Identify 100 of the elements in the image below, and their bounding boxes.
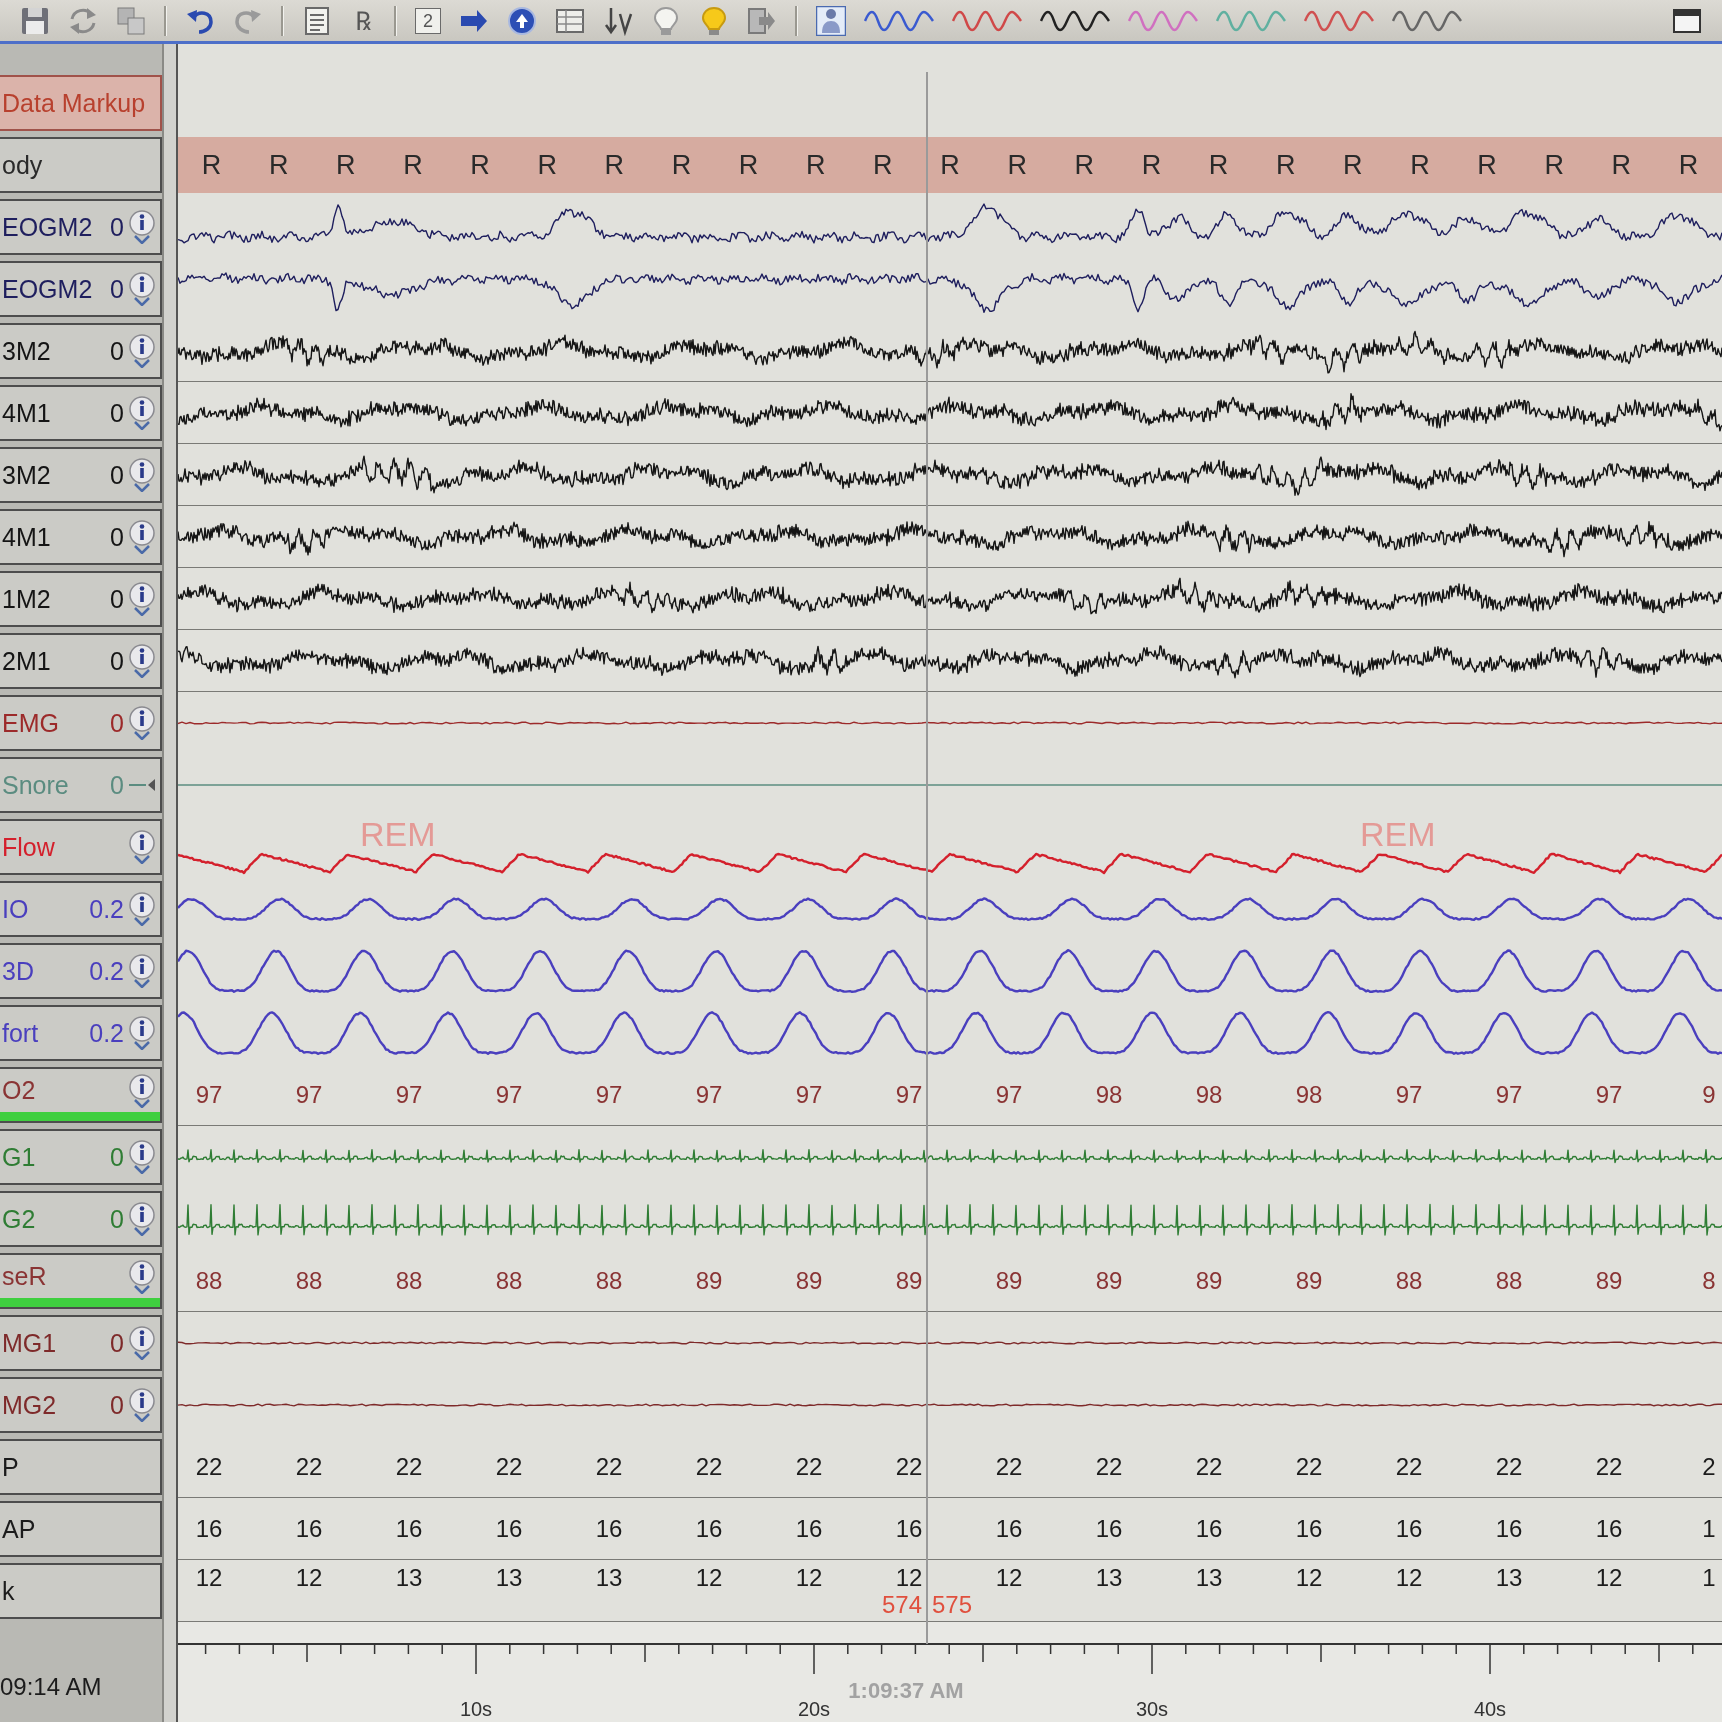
reading-value: 22 <box>895 1453 923 1481</box>
reading-value: 22 <box>495 1453 523 1481</box>
channel-name: 4M1 <box>2 522 51 552</box>
reading-value: 13 <box>1095 1564 1123 1592</box>
reading-value: 22 <box>1595 1453 1623 1481</box>
document-icon[interactable] <box>302 5 332 36</box>
channel-scale: 0.2 <box>89 1018 124 1048</box>
stage-overlay-label: REM <box>1360 817 1436 851</box>
reading-value: 88 <box>595 1267 623 1295</box>
reading-value: 12 <box>795 1564 823 1592</box>
info-icon[interactable] <box>128 272 156 306</box>
channel-name: MG1 <box>2 1328 57 1358</box>
epoch-number: 574 <box>881 1591 922 1619</box>
channel-name: ody <box>2 150 43 180</box>
channel-name: Flow <box>2 832 55 862</box>
reading-value: 89 <box>795 1267 823 1295</box>
reading-value: 88 <box>295 1267 323 1295</box>
reading-value: 16 <box>1295 1515 1323 1543</box>
reading-value: 12 <box>195 1564 223 1592</box>
channel-name: EOGM2 <box>2 274 93 304</box>
reading-value: 2 <box>1702 1453 1716 1481</box>
info-icon[interactable] <box>128 954 156 988</box>
exit-icon[interactable] <box>747 5 777 36</box>
figure-icon[interactable] <box>816 5 846 36</box>
reading-value: 22 <box>795 1453 823 1481</box>
reading-value: 22 <box>295 1453 323 1481</box>
reading-value: 16 <box>1595 1515 1623 1543</box>
prescription-button[interactable]: ℞ <box>350 4 376 37</box>
reading-value: 13 <box>595 1564 623 1592</box>
save-icon[interactable] <box>20 5 50 36</box>
epoch-number: 575 <box>932 1591 973 1619</box>
channel-scale: 0 <box>110 1390 124 1420</box>
stage-label: R <box>671 149 692 181</box>
reading-value: 22 <box>1095 1453 1123 1481</box>
info-icon[interactable] <box>128 458 156 492</box>
stage-label: R <box>1343 149 1363 181</box>
info-icon[interactable] <box>128 1388 156 1422</box>
info-icon[interactable] <box>128 644 156 678</box>
time-tick-label: 40s <box>1473 1698 1507 1721</box>
stage-label: R <box>873 149 893 181</box>
stage-label: R <box>1544 149 1564 181</box>
time-tick-label: 20s <box>797 1698 831 1721</box>
info-icon[interactable] <box>128 334 156 368</box>
info-icon[interactable] <box>128 706 156 740</box>
stage-label: R <box>1074 149 1094 181</box>
cursor-time: 1:09:37 AM <box>848 1678 964 1704</box>
reading-value: 98 <box>1195 1081 1223 1109</box>
channel-scale: 0 <box>110 1204 124 1234</box>
stage-label: R <box>201 149 222 181</box>
info-icon[interactable] <box>128 892 156 926</box>
reading-value: 89 <box>1295 1267 1323 1295</box>
zoom-button[interactable]: 2 <box>415 7 441 34</box>
info-icon[interactable] <box>128 1016 156 1050</box>
info-icon[interactable] <box>128 830 156 864</box>
channel-name: EOGM2 <box>2 212 93 242</box>
lightbulb-icon[interactable] <box>651 5 681 36</box>
reading-value: 88 <box>1495 1267 1523 1295</box>
reading-value: 22 <box>1195 1453 1223 1481</box>
channel-name: fort <box>2 1018 39 1048</box>
info-icon[interactable] <box>128 520 156 554</box>
reading-value: 98 <box>1095 1081 1123 1109</box>
channel-name: 3M2 <box>2 336 51 366</box>
reading-value: 89 <box>1195 1267 1223 1295</box>
stage-label: R <box>604 149 625 181</box>
reading-value: 16 <box>795 1515 823 1543</box>
channel-name: 2M1 <box>2 646 51 676</box>
info-icon[interactable] <box>128 582 156 616</box>
info-icon[interactable] <box>128 1073 156 1108</box>
stage-label: R <box>940 149 960 181</box>
reading-value: 88 <box>395 1267 423 1295</box>
channel-name: IO <box>2 894 29 924</box>
channel-scale: 0 <box>110 770 124 800</box>
info-icon[interactable] <box>128 396 156 430</box>
reading-value: 22 <box>395 1453 423 1481</box>
channel-scale: 0 <box>110 212 124 242</box>
stage-label: R <box>1007 149 1027 181</box>
stage-label: R <box>1678 149 1699 181</box>
channel-scale: 0 <box>110 460 124 490</box>
reading-value: 97 <box>295 1081 323 1109</box>
reading-value: 16 <box>1395 1515 1423 1543</box>
info-icon[interactable] <box>128 1140 156 1174</box>
reading-value: 16 <box>1495 1515 1523 1543</box>
info-icon[interactable] <box>128 1259 156 1294</box>
info-icon[interactable] <box>128 1326 156 1360</box>
reading-value: 98 <box>1295 1081 1323 1109</box>
stage-label: R <box>1611 149 1632 181</box>
channel-scale: 0.2 <box>89 894 124 924</box>
channel-scale: 0 <box>110 646 124 676</box>
reading-value: 89 <box>1595 1267 1623 1295</box>
reading-value: 97 <box>395 1081 423 1109</box>
reading-value: 13 <box>495 1564 523 1592</box>
info-icon[interactable] <box>128 210 156 244</box>
info-icon[interactable] <box>128 1202 156 1236</box>
stage-label: R <box>336 149 356 181</box>
splitter-bar[interactable] <box>162 44 178 1722</box>
dash-marker-icon[interactable] <box>128 777 156 793</box>
channel-name: EMG <box>2 708 59 738</box>
reading-value: 22 <box>195 1453 223 1481</box>
down-arrow-icon[interactable] <box>603 5 633 36</box>
reading-value: 97 <box>1595 1081 1623 1109</box>
